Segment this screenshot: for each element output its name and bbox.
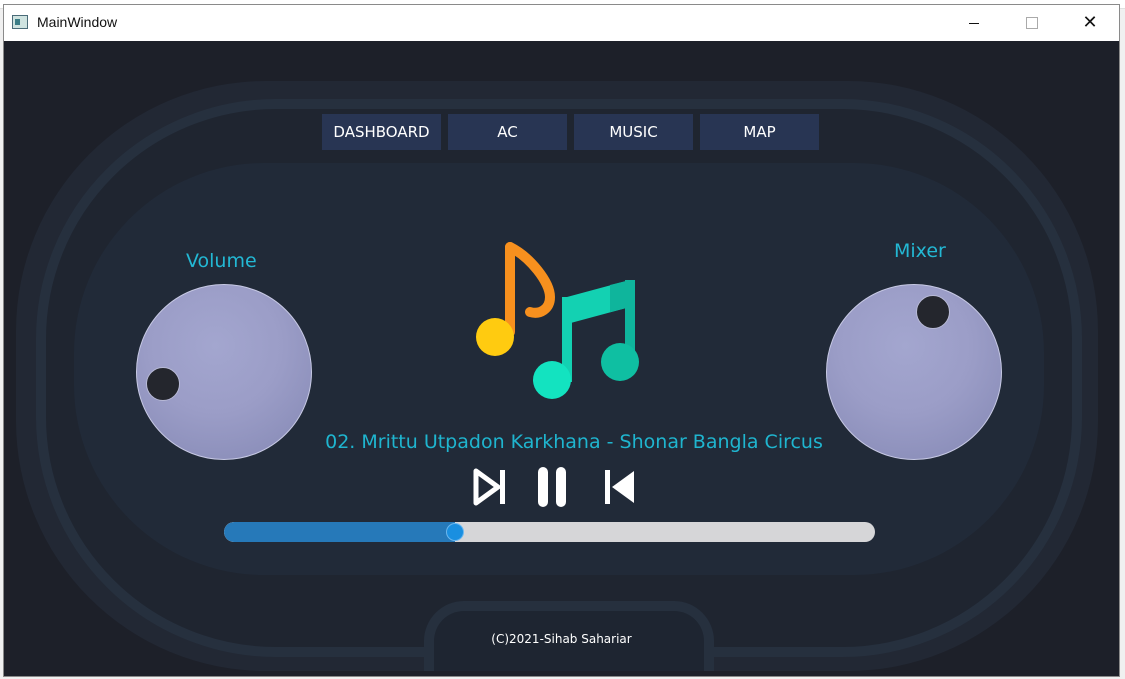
title-bar[interactable]: MainWindow ✕ bbox=[4, 5, 1119, 42]
app-window-icon bbox=[12, 15, 28, 29]
nav-map-button[interactable]: MAP bbox=[700, 114, 819, 150]
close-button[interactable]: ✕ bbox=[1061, 5, 1119, 41]
pause-icon[interactable] bbox=[534, 465, 570, 509]
volume-knob-indicator bbox=[146, 367, 180, 401]
nav-ac-button[interactable]: AC bbox=[448, 114, 567, 150]
track-title: 02. Mrittu Utpadon Karkhana - Shonar Ban… bbox=[325, 431, 823, 453]
nav-dashboard-button[interactable]: DASHBOARD bbox=[322, 114, 441, 150]
nav-music-button[interactable]: MUSIC bbox=[574, 114, 693, 150]
maximize-icon bbox=[1026, 17, 1038, 29]
progress-fill bbox=[224, 522, 456, 542]
skip-forward-icon[interactable] bbox=[472, 465, 508, 509]
skip-back-icon[interactable] bbox=[602, 465, 638, 509]
progress-handle[interactable] bbox=[446, 523, 465, 541]
minimize-icon bbox=[969, 22, 979, 24]
main-window: MainWindow ✕ DASHBOARD AC MUSIC MAP Volu… bbox=[3, 4, 1120, 677]
music-notes-icon bbox=[476, 242, 639, 399]
minimize-button[interactable] bbox=[945, 5, 1003, 41]
copyright-text: (C)2021-Sihab Sahariar bbox=[491, 632, 632, 646]
volume-label: Volume bbox=[186, 250, 257, 272]
window-title: MainWindow bbox=[37, 14, 118, 30]
progress-bar[interactable] bbox=[224, 522, 875, 542]
mixer-label: Mixer bbox=[894, 240, 946, 262]
mixer-knob-indicator bbox=[916, 295, 950, 329]
close-icon: ✕ bbox=[1082, 12, 1098, 33]
dashboard-client-area: DASHBOARD AC MUSIC MAP Volume Mixer 02. … bbox=[4, 41, 1119, 676]
maximize-button[interactable] bbox=[1003, 5, 1061, 41]
